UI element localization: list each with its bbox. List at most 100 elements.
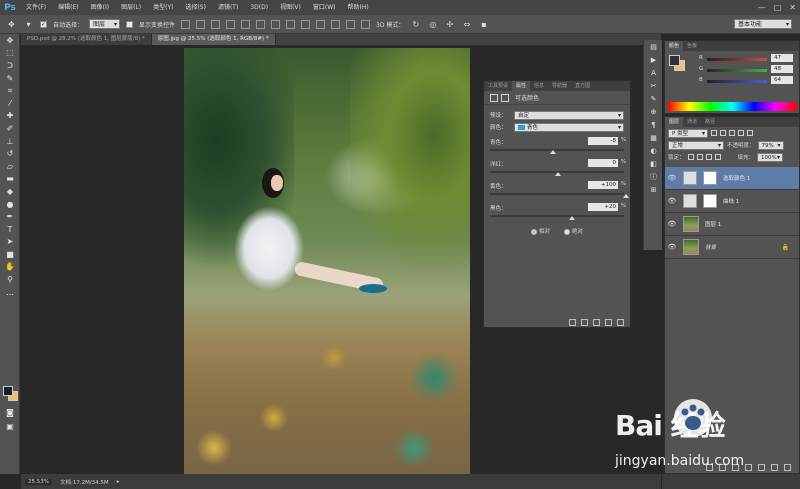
- menu-3d[interactable]: 3D(D): [244, 0, 274, 15]
- hand-tool-icon[interactable]: ✋: [0, 261, 20, 274]
- layer-mask-thumbnail[interactable]: [703, 194, 717, 208]
- 3d-roll-icon[interactable]: ◎: [427, 19, 438, 30]
- magenta-value-input[interactable]: 0: [588, 159, 618, 167]
- layer-name[interactable]: 选取颜色 1: [723, 174, 750, 182]
- menu-window[interactable]: 窗口(W): [307, 0, 342, 15]
- layer-mask-thumbnail[interactable]: [703, 171, 717, 185]
- tab-paths[interactable]: 路径: [701, 117, 719, 127]
- mask-icon[interactable]: [501, 93, 509, 102]
- tab-properties[interactable]: 属性: [512, 81, 531, 91]
- layer-row[interactable]: 👁 背景 🔒: [665, 236, 799, 259]
- distribute-hcenter-icon[interactable]: [331, 19, 341, 29]
- layer-row[interactable]: 👁 曲线 1: [665, 190, 799, 213]
- reset-icon[interactable]: [593, 318, 600, 326]
- color-spectrum[interactable]: [668, 102, 797, 111]
- menu-filter[interactable]: 滤镜(T): [212, 0, 244, 15]
- curves-thumbnail-icon[interactable]: [683, 194, 697, 208]
- tab-tool-presets[interactable]: 工具预设: [484, 81, 512, 91]
- black-slider-thumb[interactable]: [568, 216, 575, 220]
- crop-tool-icon[interactable]: ⌗: [0, 84, 20, 97]
- distribute-bottom-icon[interactable]: [301, 19, 311, 29]
- cyan-value-input[interactable]: -8: [588, 137, 618, 145]
- 3d-rotate-icon[interactable]: ↻: [410, 19, 421, 30]
- shape-tool-icon[interactable]: ■: [0, 248, 20, 261]
- eye-icon[interactable]: 👁: [665, 197, 679, 205]
- workspace-dropdown[interactable]: 基本功能: [734, 19, 792, 29]
- blend-mode-dropdown[interactable]: 正常: [668, 140, 724, 150]
- quick-mask-icon[interactable]: ◙: [0, 406, 20, 419]
- colors-dropdown[interactable]: 青色: [514, 122, 624, 132]
- blur-tool-icon[interactable]: ◆: [0, 185, 20, 198]
- lock-pixels-icon[interactable]: [696, 154, 703, 160]
- history-icon[interactable]: ▤: [644, 40, 663, 53]
- align-bottom-icon[interactable]: [211, 19, 221, 29]
- filter-type-icon[interactable]: [729, 130, 735, 136]
- slider-track[interactable]: [490, 215, 624, 217]
- navigator-icon[interactable]: ⊞: [644, 183, 663, 196]
- preset-dropdown[interactable]: 自定: [514, 110, 624, 120]
- brush-panel-icon[interactable]: ✎: [644, 92, 663, 105]
- eye-icon[interactable]: 👁: [665, 220, 679, 228]
- menu-edit[interactable]: 编辑(E): [52, 0, 84, 15]
- yellow-slider-thumb[interactable]: [623, 194, 629, 198]
- show-transform-checkbox[interactable]: [126, 20, 134, 28]
- move-tool-icon[interactable]: ✥: [0, 34, 20, 47]
- channel-b-input[interactable]: 64: [771, 76, 793, 84]
- eyedropper-tool-icon[interactable]: ⁄: [0, 97, 20, 110]
- zoom-level[interactable]: 25.53%: [25, 478, 52, 485]
- menu-help[interactable]: 帮助(H): [342, 0, 375, 15]
- tool-preset-dropdown-icon[interactable]: ▾: [23, 19, 34, 30]
- status-menu-icon[interactable]: ▸: [117, 479, 120, 485]
- tab-info[interactable]: 信息: [530, 81, 548, 91]
- absolute-option[interactable]: 绝对: [564, 227, 583, 235]
- tab-layers[interactable]: 图层: [665, 117, 684, 127]
- styles-icon[interactable]: ◧: [644, 157, 663, 170]
- tab-original[interactable]: 原图.jpg @ 25.5% (选取颜色 1, RGB/8#) *: [151, 34, 276, 45]
- distribute-top-icon[interactable]: [271, 19, 281, 29]
- filter-adjustment-icon[interactable]: [720, 130, 726, 136]
- channel-slider[interactable]: [707, 58, 767, 61]
- magenta-slider-thumb[interactable]: [555, 172, 561, 176]
- foreground-color-swatch[interactable]: [3, 386, 13, 396]
- tab-swatches[interactable]: 色板: [683, 41, 701, 51]
- align-left-icon[interactable]: [226, 19, 236, 29]
- history-brush-icon[interactable]: ↺: [0, 147, 20, 160]
- brush-tool-icon[interactable]: ✐: [0, 122, 20, 135]
- color-swatches[interactable]: [3, 386, 19, 402]
- lock-all-icon[interactable]: [714, 154, 721, 160]
- menu-type[interactable]: 类型(Y): [147, 0, 179, 15]
- menu-file[interactable]: 文件(F): [20, 0, 52, 15]
- align-vcenter-icon[interactable]: [196, 19, 206, 29]
- quick-select-tool-icon[interactable]: ✎: [0, 72, 20, 85]
- doc-info[interactable]: 文档:17.2M/34.5M: [60, 478, 109, 486]
- distribute-right-icon[interactable]: [346, 19, 356, 29]
- tab-psd[interactable]: PSD.psd @ 28.2% (选取颜色 1, 图层蒙版/8) *: [21, 34, 152, 45]
- eraser-tool-icon[interactable]: ▱: [0, 160, 20, 173]
- fill-input[interactable]: 100%: [757, 152, 784, 162]
- minimize-button[interactable]: —: [758, 3, 766, 12]
- filter-smart-icon[interactable]: [747, 130, 753, 136]
- clone-stamp-icon[interactable]: ⊥: [0, 135, 20, 148]
- path-select-icon[interactable]: ➤: [0, 236, 20, 249]
- close-button[interactable]: ✕: [789, 3, 796, 12]
- view-previous-icon[interactable]: [581, 318, 588, 326]
- screen-mode-icon[interactable]: ▣: [0, 420, 20, 433]
- relative-radio[interactable]: [530, 228, 537, 235]
- move-tool-icon[interactable]: ✥: [6, 19, 17, 30]
- align-top-icon[interactable]: [181, 19, 191, 29]
- filter-shape-icon[interactable]: [738, 130, 744, 136]
- document-photo[interactable]: [184, 48, 470, 475]
- menu-view[interactable]: 视图(V): [274, 0, 307, 15]
- slider-track[interactable]: [490, 149, 624, 151]
- auto-align-icon[interactable]: [361, 19, 371, 29]
- menu-image[interactable]: 图像(I): [85, 0, 115, 15]
- 3d-slide-icon[interactable]: ⇔: [461, 19, 472, 30]
- tool-more-icon[interactable]: …: [0, 286, 20, 299]
- layer-name[interactable]: 曲线 1: [723, 197, 739, 205]
- actions-icon[interactable]: ▶: [644, 53, 663, 66]
- character-icon[interactable]: A: [644, 66, 663, 79]
- absolute-radio[interactable]: [564, 228, 570, 235]
- eye-icon[interactable]: 👁: [665, 243, 679, 251]
- visibility-icon[interactable]: [605, 318, 612, 326]
- lock-position-icon[interactable]: [705, 154, 712, 160]
